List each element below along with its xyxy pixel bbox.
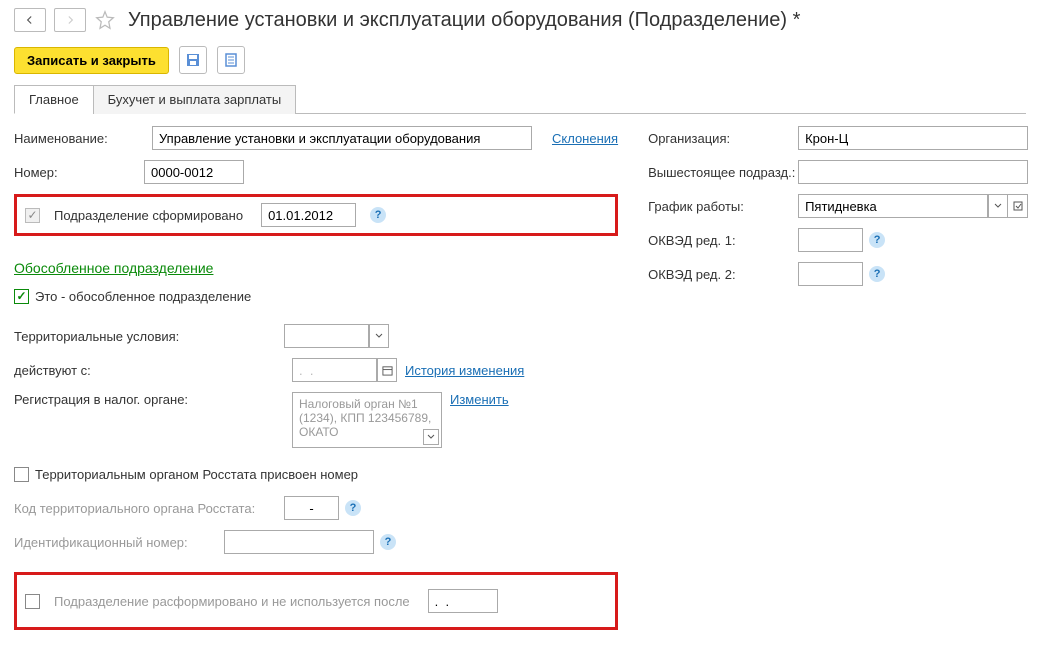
number-label: Номер: [14,165,144,180]
valid-from-label: действуют с: [14,363,284,378]
schedule-input[interactable] [798,194,988,218]
save-button[interactable] [179,46,207,74]
tax-value-box: Налоговый орган №1 (1234), КПП 123456789… [292,392,442,448]
org-input[interactable] [798,126,1028,150]
number-input[interactable] [144,160,244,184]
forward-button[interactable] [54,8,86,32]
stat-code-label: Код территориального органа Росстата: [14,501,284,516]
arrow-right-icon [63,13,77,27]
help-icon[interactable]: ? [869,232,885,248]
territory-label: Территориальные условия: [14,329,284,344]
tab-main[interactable]: Главное [14,85,94,114]
tax-label: Регистрация в налог. органе: [14,392,284,407]
schedule-dropdown-button[interactable] [988,194,1008,218]
save-and-close-button[interactable]: Записать и закрыть [14,47,169,74]
chevron-down-icon [427,433,435,441]
okved2-input[interactable] [798,262,863,286]
favorite-star[interactable] [94,9,116,31]
stat-assigned-label: Территориальным органом Росстата присвое… [35,467,358,482]
back-button[interactable] [14,8,46,32]
change-link[interactable]: Изменить [450,392,509,407]
okved2-label: ОКВЭД ред. 2: [648,267,798,282]
org-label: Организация: [648,131,798,146]
formed-date-input[interactable] [261,203,356,227]
name-label: Наименование: [14,131,144,146]
section-separate[interactable]: Обособленное подразделение [14,260,213,276]
tax-dropdown-button[interactable] [423,429,439,445]
help-icon[interactable]: ? [370,207,386,223]
arrow-left-icon [23,13,37,27]
schedule-open-button[interactable] [1008,194,1028,218]
formed-checkbox: ✓ [25,208,40,223]
chevron-down-icon [994,202,1002,210]
chevron-down-icon [375,332,383,340]
tab-accounting[interactable]: Бухучет и выплата зарплаты [93,85,297,114]
help-icon[interactable]: ? [869,266,885,282]
separate-label: Это - обособленное подразделение [35,289,251,304]
valid-from-input[interactable] [292,358,377,382]
territory-input[interactable] [284,324,369,348]
okved1-label: ОКВЭД ред. 1: [648,233,798,248]
stat-code-input[interactable] [284,496,339,520]
calendar-icon [382,365,393,376]
parent-input[interactable] [798,160,1028,184]
help-icon[interactable]: ? [380,534,396,550]
name-input[interactable] [152,126,532,150]
territory-dropdown-button[interactable] [369,324,389,348]
history-link[interactable]: История изменения [405,363,524,378]
tax-value: Налоговый орган №1 (1234), КПП 123456789… [299,397,431,439]
ident-label: Идентификационный номер: [14,535,224,550]
list-button[interactable] [217,46,245,74]
floppy-icon [185,52,201,68]
ident-input[interactable] [224,530,374,554]
disbanded-label: Подразделение расформировано и не исполь… [54,594,410,609]
page-title: Управление установки и эксплуатации обор… [128,9,800,32]
open-icon [1013,201,1023,211]
okved1-input[interactable] [798,228,863,252]
formed-label: Подразделение сформировано [54,208,243,223]
star-icon [95,10,115,30]
highlight-disbanded: Подразделение расформировано и не исполь… [14,572,618,630]
highlight-formed: ✓ Подразделение сформировано ? [14,194,618,236]
disbanded-checkbox[interactable] [25,594,40,609]
stat-assigned-checkbox[interactable] [14,467,29,482]
valid-from-calendar-button[interactable] [377,358,397,382]
help-icon[interactable]: ? [345,500,361,516]
separate-checkbox[interactable]: ✓ [14,289,29,304]
parent-label: Вышестоящее подразд.: [648,165,798,180]
list-icon [223,52,239,68]
schedule-label: График работы: [648,199,798,214]
declensions-link[interactable]: Склонения [552,131,618,146]
